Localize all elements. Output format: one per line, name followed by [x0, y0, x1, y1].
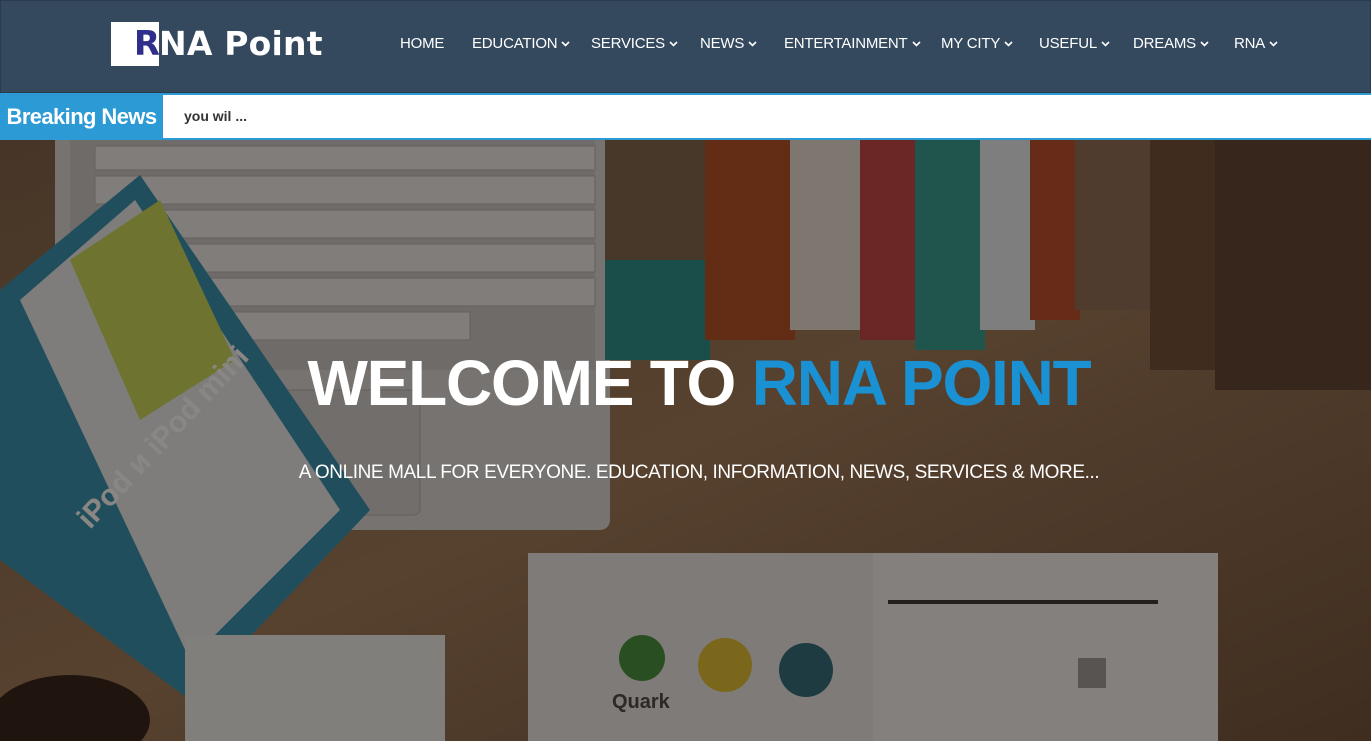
nav-item-label: NEWS: [700, 34, 745, 52]
nav-item-education[interactable]: EDUCATION: [472, 32, 571, 54]
chevron-down-icon: [1268, 38, 1279, 49]
nav-item-label: EDUCATION: [472, 34, 558, 52]
chevron-down-icon: [668, 38, 679, 49]
chevron-down-icon: [911, 38, 922, 49]
chevron-down-icon: [1199, 38, 1210, 49]
nav-item-rna[interactable]: RNA: [1234, 32, 1279, 54]
nav-item-label: RNA: [1234, 34, 1266, 52]
hero-dark-overlay: [0, 140, 1371, 741]
chevron-down-icon: [747, 38, 758, 49]
nav-item-label: DREAMS: [1133, 34, 1196, 52]
chevron-down-icon: [1003, 38, 1014, 49]
hero-banner: Quark iPod и iPod mini WELCOME TO RNA PO…: [0, 140, 1371, 741]
nav-item-useful[interactable]: USEFUL: [1039, 32, 1111, 54]
nav-item-entertainment[interactable]: ENTERTAINMENT: [784, 32, 922, 54]
nav-item-my-city[interactable]: MY CITY: [941, 32, 1014, 54]
nav-item-services[interactable]: SERVICES: [591, 32, 679, 54]
hero-title: WELCOME TO RNA POINT: [0, 346, 1371, 420]
hero-title-brand: RNA POINT: [751, 347, 1092, 419]
nav-item-label: SERVICES: [591, 34, 665, 52]
breaking-news-bar: Breaking News you wil ...: [0, 93, 1371, 140]
site-header: R NA Point HOME EDUCATION SERVICES NEWS …: [0, 0, 1371, 93]
nav-item-label: MY CITY: [941, 34, 1001, 52]
chevron-down-icon: [560, 38, 571, 49]
hero-title-white: WELCOME TO: [307, 347, 752, 419]
main-nav: HOME EDUCATION SERVICES NEWS ENTERTAINME…: [1, 1, 1371, 85]
breaking-news-headline[interactable]: you wil ...: [184, 108, 247, 124]
nav-item-label: HOME: [400, 34, 445, 52]
chevron-down-icon: [1100, 38, 1111, 49]
nav-item-home[interactable]: HOME: [400, 32, 444, 54]
nav-item-dreams[interactable]: DREAMS: [1133, 32, 1210, 54]
nav-item-news[interactable]: NEWS: [700, 32, 758, 54]
breaking-news-label: Breaking News: [0, 95, 163, 138]
nav-item-label: USEFUL: [1039, 34, 1097, 52]
nav-item-label: ENTERTAINMENT: [784, 34, 908, 52]
hero-subtitle: A ONLINE MALL FOR EVERYONE. EDUCATION, I…: [298, 462, 1100, 483]
